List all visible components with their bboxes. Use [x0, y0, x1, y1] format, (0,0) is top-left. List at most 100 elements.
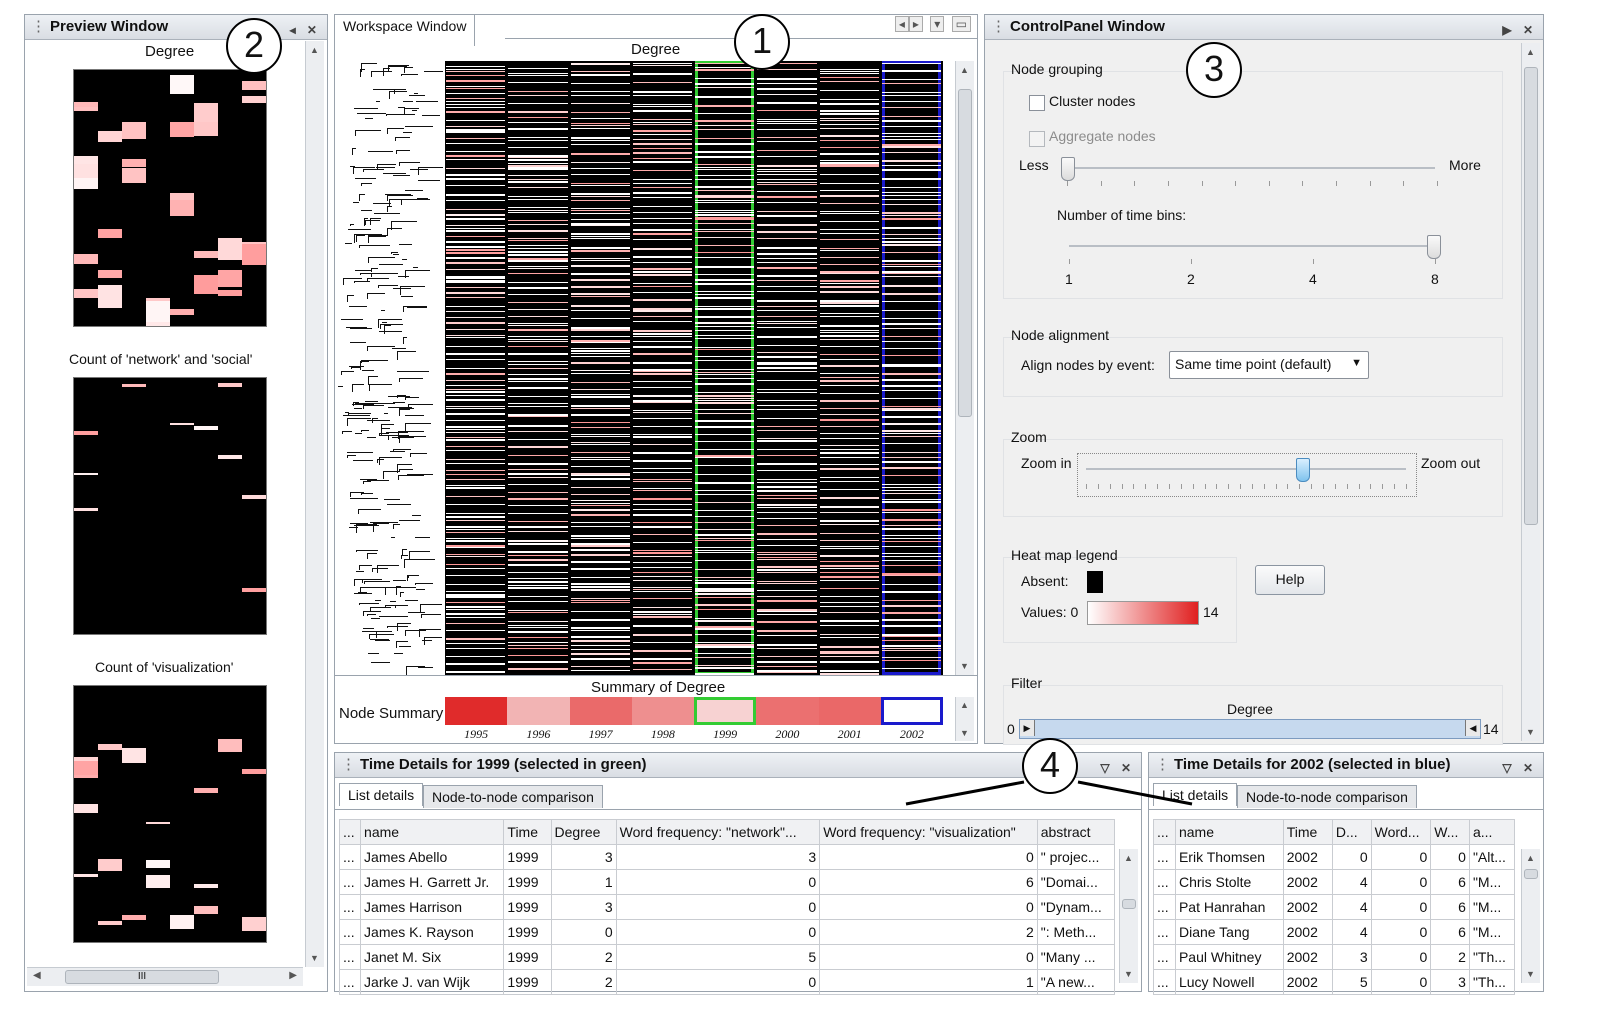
- preview-horizontal-scrollbar[interactable]: ◀ III ▶: [27, 967, 303, 986]
- window-controls-icon[interactable]: ◂ ✕: [290, 18, 321, 42]
- workspace-nav-icons[interactable]: ◂ ▸ ▾ ▭: [894, 16, 971, 32]
- zoom-slider-track[interactable]: [1086, 468, 1406, 470]
- scroll-thumb[interactable]: [1122, 899, 1136, 909]
- grip-icon[interactable]: ⋮: [991, 18, 1006, 35]
- heatmap-column[interactable]: [819, 61, 879, 675]
- table-row[interactable]: ... Lucy Nowell 2002 5 0 3 "Th...: [1153, 969, 1516, 995]
- table-row[interactable]: ... James K. Rayson 1999 0 0 2 ": Meth...: [338, 919, 1116, 945]
- window-controls-icon[interactable]: ▶ ✕: [1502, 18, 1537, 42]
- table-row[interactable]: ... Diane Tang 2002 4 0 6 "M...: [1153, 919, 1516, 945]
- scroll-down-icon[interactable]: ▼: [960, 728, 969, 738]
- summary-cell[interactable]: [756, 697, 819, 725]
- table-row[interactable]: ... James Harrison 1999 3 0 0 "Dynam...: [338, 894, 1116, 920]
- filter-left-handle[interactable]: ▶: [1020, 720, 1035, 736]
- scroll-thumb[interactable]: [1524, 67, 1538, 525]
- time-details-blue-title-bar[interactable]: ⋮ Time Details for 2002 (selected in blue…: [1149, 753, 1543, 778]
- details-green-table[interactable]: ... name Time Degree Word frequency: "networ…: [338, 819, 1116, 995]
- details-green-scrollbar[interactable]: ▲ ▼: [1119, 849, 1138, 983]
- summary-cell[interactable]: [507, 697, 570, 725]
- align-select[interactable]: Same time point (default) ▼: [1169, 351, 1369, 379]
- heatmap-column[interactable]: [570, 61, 630, 675]
- filter-right-handle[interactable]: ◀: [1465, 720, 1480, 736]
- table-row[interactable]: ... Jarke J. van Wijk 1999 2 0 1 "A new...: [338, 969, 1116, 995]
- scroll-thumb[interactable]: [1524, 869, 1538, 879]
- tab-list-details[interactable]: List details: [339, 783, 424, 806]
- filter-range-slider[interactable]: ▶ ◀: [1019, 719, 1481, 739]
- scroll-up-icon[interactable]: ▲: [960, 700, 969, 710]
- table-row[interactable]: ... James H. Garrett Jr. 1999 1 0 6 "Domai...: [338, 869, 1116, 895]
- grip-icon[interactable]: ⋮: [1155, 756, 1170, 773]
- column-header[interactable]: name: [360, 819, 505, 845]
- table-row[interactable]: ... Chris Stolte 2002 4 0 6 "M...: [1153, 869, 1516, 895]
- column-header[interactable]: Degree: [550, 819, 617, 845]
- nav-right-icon[interactable]: ▸: [908, 16, 923, 32]
- window-controls-icon[interactable]: ▽ ✕: [1100, 756, 1135, 780]
- help-button[interactable]: Help: [1255, 565, 1325, 595]
- workspace-vertical-scrollbar[interactable]: ▲ ▼: [955, 61, 974, 675]
- maximize-icon[interactable]: ▭: [951, 16, 971, 32]
- heatmap-column[interactable]: [508, 61, 568, 675]
- scroll-up-icon[interactable]: ▲: [310, 45, 319, 55]
- preview-heatmap-network-social[interactable]: [73, 377, 267, 635]
- scroll-left-icon[interactable]: ◀: [33, 970, 41, 981]
- summary-cell[interactable]: [818, 697, 881, 725]
- heatmap-column[interactable]: [695, 61, 755, 675]
- hscroll-thumb[interactable]: III: [65, 970, 219, 984]
- column-header[interactable]: ...: [1153, 819, 1176, 845]
- details-blue-table[interactable]: ... name Time D... Word... W... a...... Erik Th…: [1153, 819, 1516, 995]
- node-summary-bar[interactable]: [445, 697, 943, 727]
- heatmap-column[interactable]: [632, 61, 692, 675]
- scroll-up-icon[interactable]: ▲: [1526, 853, 1535, 863]
- grouping-slider-track[interactable]: [1065, 167, 1435, 169]
- column-header[interactable]: a...: [1468, 819, 1516, 845]
- summary-cell[interactable]: [694, 697, 757, 725]
- column-header[interactable]: name: [1174, 819, 1284, 845]
- table-row[interactable]: ... Erik Thomsen 2002 0 0 0 "Alt...: [1153, 844, 1516, 870]
- dropdown-icon[interactable]: ▾: [930, 16, 945, 32]
- tab-workspace[interactable]: Workspace Window: [335, 14, 476, 46]
- column-header[interactable]: Word frequency: "visualization": [819, 819, 1038, 845]
- table-row[interactable]: ... Janet M. Six 1999 2 5 0 "Many ...: [338, 944, 1116, 970]
- tab-node-to-node[interactable]: Node-to-node comparison: [1237, 785, 1417, 808]
- scroll-down-icon[interactable]: ▼: [960, 661, 969, 671]
- cluster-nodes-checkbox[interactable]: [1029, 95, 1045, 111]
- time-bins-slider-handle[interactable]: [1427, 235, 1441, 259]
- preview-heatmap-visualization[interactable]: [73, 685, 267, 943]
- table-row[interactable]: ... James Abello 1999 3 3 0 " projec...: [338, 844, 1116, 870]
- table-row[interactable]: ... Paul Whitney 2002 3 0 2 "Th...: [1153, 944, 1516, 970]
- main-heatmap[interactable]: [445, 61, 943, 675]
- column-header[interactable]: D...: [1331, 819, 1372, 845]
- preview-title-bar[interactable]: ⋮ Preview Window ◂ ✕: [25, 15, 327, 40]
- tab-node-to-node[interactable]: Node-to-node comparison: [423, 785, 603, 808]
- scroll-right-icon[interactable]: ▶: [289, 970, 297, 981]
- scroll-down-icon[interactable]: ▼: [310, 953, 319, 963]
- zoom-slider-handle[interactable]: [1296, 458, 1310, 482]
- aggregate-nodes-checkbox[interactable]: [1029, 131, 1045, 147]
- cluster-dendrogram[interactable]: [337, 61, 443, 675]
- table-row[interactable]: ... Pat Hanrahan 2002 4 0 6 "M...: [1153, 894, 1516, 920]
- grip-icon[interactable]: ⋮: [341, 756, 356, 773]
- time-details-green-title-bar[interactable]: ⋮ Time Details for 1999 (selected in gree…: [335, 753, 1141, 778]
- column-header[interactable]: Word...: [1370, 819, 1432, 845]
- summary-cell[interactable]: [631, 697, 694, 725]
- grouping-slider-handle[interactable]: [1061, 157, 1075, 181]
- scroll-down-icon[interactable]: ▼: [1526, 727, 1535, 737]
- summary-vertical-scrollbar[interactable]: ▲ ▼: [955, 697, 974, 741]
- tab-list-details[interactable]: List details: [1153, 783, 1238, 806]
- grip-icon[interactable]: ⋮: [31, 18, 46, 35]
- column-header[interactable]: Time: [503, 819, 552, 845]
- heatmap-column[interactable]: [446, 61, 506, 675]
- summary-cell[interactable]: [569, 697, 632, 725]
- column-header[interactable]: ...: [338, 819, 362, 845]
- summary-cell[interactable]: [880, 697, 943, 725]
- zoom-slider[interactable]: [1077, 453, 1417, 497]
- column-header[interactable]: W...: [1430, 819, 1470, 845]
- column-header[interactable]: abstract: [1036, 819, 1116, 845]
- scroll-up-icon[interactable]: ▲: [1124, 853, 1133, 863]
- scroll-up-icon[interactable]: ▲: [1526, 47, 1535, 57]
- nav-left-icon[interactable]: ◂: [894, 16, 909, 32]
- summary-cell[interactable]: [445, 697, 508, 725]
- column-header[interactable]: Time: [1282, 819, 1333, 845]
- scroll-down-icon[interactable]: ▼: [1526, 969, 1535, 979]
- scroll-thumb[interactable]: [958, 89, 972, 417]
